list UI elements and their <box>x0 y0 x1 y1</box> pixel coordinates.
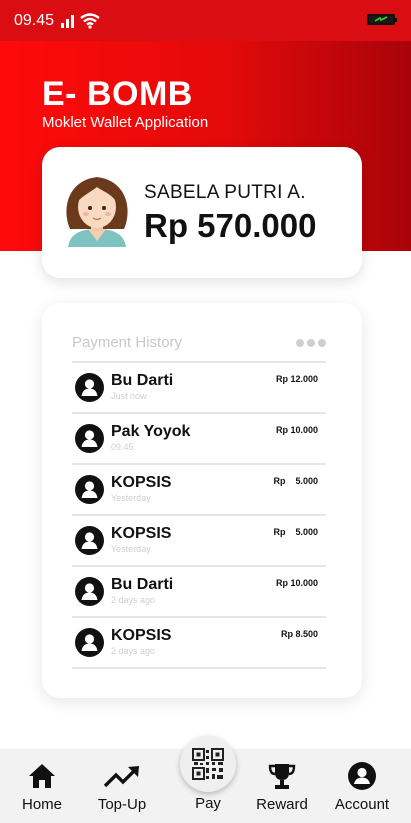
signal-icon <box>61 14 75 28</box>
transaction-amount: Rp 5.000 <box>273 476 318 486</box>
pay-button[interactable] <box>180 736 236 792</box>
user-icon <box>75 628 104 657</box>
transaction-list: Bu Darti Just now Rp 12.000 Pak Yoyok 09… <box>72 361 326 669</box>
home-icon <box>27 761 57 791</box>
nav-item-top-up[interactable]: Top-Up <box>90 749 154 823</box>
user-name: SABELA PUTRI A. <box>144 182 306 203</box>
user-icon <box>75 373 104 402</box>
transaction-row[interactable]: KOPSIS 2 days ago Rp 8.500 <box>72 618 326 669</box>
transaction-time: Yesterday <box>111 544 151 554</box>
transaction-amount: Rp 5.000 <box>273 527 318 537</box>
transaction-amount: Rp 8.500 <box>280 629 318 639</box>
transaction-name: Pak Yoyok <box>111 423 191 440</box>
nav-item-reward[interactable]: Reward <box>252 749 312 823</box>
battery-icon <box>367 14 397 25</box>
payment-history-card: Payment History Bu Darti Just now Rp 12.… <box>42 303 362 698</box>
nav-label-home: Home <box>21 796 62 813</box>
user-icon <box>75 424 104 453</box>
nav-label-pay: Pay <box>195 795 221 812</box>
nav-label-reward: Reward <box>256 796 308 813</box>
nav-label-account: Account <box>334 796 390 813</box>
qr-code-icon <box>192 748 224 780</box>
account-icon <box>347 761 377 791</box>
trending-up-icon <box>103 761 141 791</box>
transaction-row[interactable]: Pak Yoyok 09.45 Rp 10.000 <box>72 414 326 465</box>
status-icons <box>60 12 100 29</box>
wifi-icon <box>80 12 100 29</box>
transaction-amount: Rp 10.000 <box>275 425 318 435</box>
avatar <box>66 177 128 247</box>
transaction-time: 2 days ago <box>111 595 156 605</box>
transaction-name: KOPSIS <box>111 474 172 491</box>
trophy-icon <box>267 761 297 791</box>
transaction-amount: Rp 12.000 <box>275 374 318 384</box>
nav-item-home[interactable]: Home <box>12 749 72 823</box>
user-icon <box>75 577 104 606</box>
transaction-row[interactable]: KOPSIS Yesterday Rp 5.000 <box>72 465 326 516</box>
status-time: 09.45 <box>14 11 55 29</box>
profile-card: SABELA PUTRI A. Rp 570.000 <box>42 147 362 278</box>
transaction-row[interactable]: Bu Darti 2 days ago Rp 10.000 <box>72 567 326 618</box>
transaction-row[interactable]: KOPSIS Yesterday Rp 5.000 <box>72 516 326 567</box>
transaction-name: KOPSIS <box>111 525 172 542</box>
transaction-name: KOPSIS <box>111 627 172 644</box>
app-title: E- BOMB <box>42 75 193 113</box>
user-icon <box>75 475 104 504</box>
transaction-time: Yesterday <box>111 493 151 503</box>
transaction-time: 09.45 <box>111 442 134 452</box>
transaction-amount: Rp 10.000 <box>275 578 318 588</box>
payment-history-title: Payment History <box>72 334 183 351</box>
transaction-time: Just now <box>111 391 147 401</box>
nav-item-account[interactable]: Account <box>328 749 396 823</box>
transaction-name: Bu Darti <box>111 576 174 593</box>
status-bar: 09.45 <box>0 0 411 41</box>
wallet-balance: Rp 570.000 <box>144 207 317 244</box>
nav-label-top-up: Top-Up <box>97 796 147 813</box>
app-subtitle: Moklet Wallet Application <box>42 114 209 131</box>
user-icon <box>75 526 104 555</box>
transaction-time: 2 days ago <box>111 646 156 656</box>
transaction-row[interactable]: Bu Darti Just now Rp 12.000 <box>72 363 326 414</box>
transaction-name: Bu Darti <box>111 372 174 389</box>
more-options-icon[interactable] <box>296 339 326 347</box>
